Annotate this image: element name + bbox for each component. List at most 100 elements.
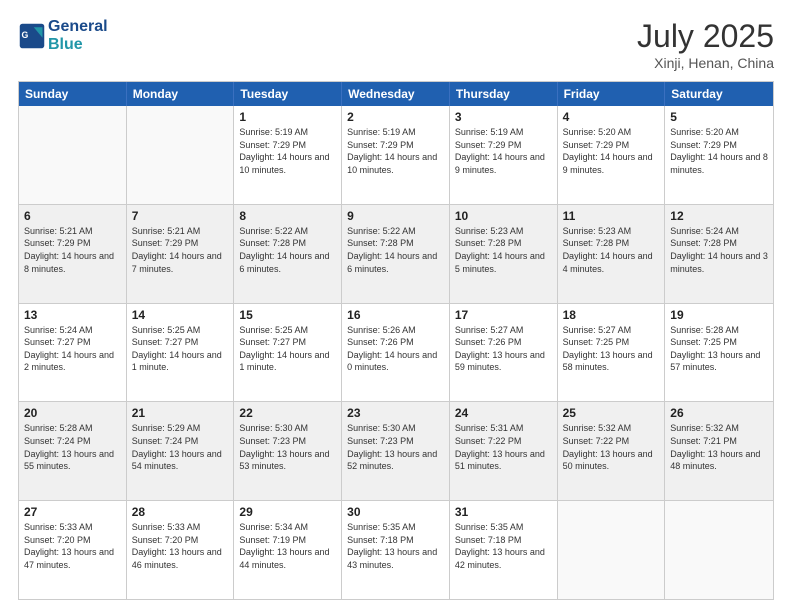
calendar-cell: 1 Sunrise: 5:19 AM Sunset: 7:29 PM Daylig… bbox=[234, 106, 342, 204]
day-info: Sunrise: 5:24 AM Sunset: 7:28 PM Dayligh… bbox=[670, 225, 768, 275]
day-info: Sunrise: 5:35 AM Sunset: 7:18 PM Dayligh… bbox=[347, 521, 444, 571]
calendar-row-5: 27 Sunrise: 5:33 AM Sunset: 7:20 PM Dayli… bbox=[19, 500, 773, 599]
calendar-cell bbox=[558, 501, 666, 599]
calendar-cell: 14 Sunrise: 5:25 AM Sunset: 7:27 PM Dayli… bbox=[127, 304, 235, 402]
day-number: 19 bbox=[670, 308, 768, 322]
day-number: 14 bbox=[132, 308, 229, 322]
day-info: Sunrise: 5:34 AM Sunset: 7:19 PM Dayligh… bbox=[239, 521, 336, 571]
day-number: 27 bbox=[24, 505, 121, 519]
day-info: Sunrise: 5:25 AM Sunset: 7:27 PM Dayligh… bbox=[239, 324, 336, 374]
page: G General Blue July 2025 Xinji, Henan, C… bbox=[0, 0, 792, 612]
day-info: Sunrise: 5:21 AM Sunset: 7:29 PM Dayligh… bbox=[132, 225, 229, 275]
calendar-cell: 29 Sunrise: 5:34 AM Sunset: 7:19 PM Dayli… bbox=[234, 501, 342, 599]
day-number: 8 bbox=[239, 209, 336, 223]
calendar: SundayMondayTuesdayWednesdayThursdayFrid… bbox=[18, 81, 774, 600]
day-number: 24 bbox=[455, 406, 552, 420]
calendar-cell: 28 Sunrise: 5:33 AM Sunset: 7:20 PM Dayli… bbox=[127, 501, 235, 599]
header-day-sunday: Sunday bbox=[19, 82, 127, 106]
day-number: 2 bbox=[347, 110, 444, 124]
calendar-cell: 9Sunrise: 5:22 AM Sunset: 7:28 PM Daylig… bbox=[342, 205, 450, 303]
calendar-cell: 7Sunrise: 5:21 AM Sunset: 7:29 PM Daylig… bbox=[127, 205, 235, 303]
calendar-cell: 19 Sunrise: 5:28 AM Sunset: 7:25 PM Dayli… bbox=[665, 304, 773, 402]
header-day-thursday: Thursday bbox=[450, 82, 558, 106]
calendar-cell: 17 Sunrise: 5:27 AM Sunset: 7:26 PM Dayli… bbox=[450, 304, 558, 402]
day-info: Sunrise: 5:19 AM Sunset: 7:29 PM Dayligh… bbox=[455, 126, 552, 176]
day-number: 20 bbox=[24, 406, 121, 420]
calendar-cell: 27 Sunrise: 5:33 AM Sunset: 7:20 PM Dayli… bbox=[19, 501, 127, 599]
logo: G General Blue bbox=[18, 18, 108, 53]
calendar-cell bbox=[127, 106, 235, 204]
calendar-cell: 25Sunrise: 5:32 AM Sunset: 7:22 PM Dayli… bbox=[558, 402, 666, 500]
calendar-cell: 23Sunrise: 5:30 AM Sunset: 7:23 PM Dayli… bbox=[342, 402, 450, 500]
day-number: 13 bbox=[24, 308, 121, 322]
day-info: Sunrise: 5:26 AM Sunset: 7:26 PM Dayligh… bbox=[347, 324, 444, 374]
day-info: Sunrise: 5:19 AM Sunset: 7:29 PM Dayligh… bbox=[239, 126, 336, 176]
logo-text: General Blue bbox=[48, 18, 108, 53]
day-number: 17 bbox=[455, 308, 552, 322]
calendar-cell: 3 Sunrise: 5:19 AM Sunset: 7:29 PM Daylig… bbox=[450, 106, 558, 204]
calendar-row-3: 13 Sunrise: 5:24 AM Sunset: 7:27 PM Dayli… bbox=[19, 303, 773, 402]
calendar-cell: 12 Sunrise: 5:24 AM Sunset: 7:28 PM Dayli… bbox=[665, 205, 773, 303]
calendar-cell: 13 Sunrise: 5:24 AM Sunset: 7:27 PM Dayli… bbox=[19, 304, 127, 402]
day-number: 4 bbox=[563, 110, 660, 124]
day-info: Sunrise: 5:19 AM Sunset: 7:29 PM Dayligh… bbox=[347, 126, 444, 176]
day-info: Sunrise: 5:24 AM Sunset: 7:27 PM Dayligh… bbox=[24, 324, 121, 374]
svg-text:G: G bbox=[22, 29, 29, 39]
calendar-cell: 21Sunrise: 5:29 AM Sunset: 7:24 PM Dayli… bbox=[127, 402, 235, 500]
header-day-tuesday: Tuesday bbox=[234, 82, 342, 106]
calendar-header: SundayMondayTuesdayWednesdayThursdayFrid… bbox=[19, 82, 773, 106]
day-info: Sunrise: 5:30 AM Sunset: 7:23 PM Dayligh… bbox=[239, 422, 336, 472]
day-number: 10 bbox=[455, 209, 552, 223]
logo-icon: G bbox=[18, 22, 46, 50]
calendar-cell: 8Sunrise: 5:22 AM Sunset: 7:28 PM Daylig… bbox=[234, 205, 342, 303]
calendar-body: 1 Sunrise: 5:19 AM Sunset: 7:29 PM Daylig… bbox=[19, 106, 773, 599]
title-block: July 2025 Xinji, Henan, China bbox=[637, 18, 774, 71]
day-number: 16 bbox=[347, 308, 444, 322]
day-number: 9 bbox=[347, 209, 444, 223]
day-info: Sunrise: 5:35 AM Sunset: 7:18 PM Dayligh… bbox=[455, 521, 552, 571]
day-info: Sunrise: 5:27 AM Sunset: 7:25 PM Dayligh… bbox=[563, 324, 660, 374]
day-info: Sunrise: 5:31 AM Sunset: 7:22 PM Dayligh… bbox=[455, 422, 552, 472]
calendar-cell: 2 Sunrise: 5:19 AM Sunset: 7:29 PM Daylig… bbox=[342, 106, 450, 204]
day-number: 3 bbox=[455, 110, 552, 124]
calendar-cell: 30Sunrise: 5:35 AM Sunset: 7:18 PM Dayli… bbox=[342, 501, 450, 599]
day-number: 6 bbox=[24, 209, 121, 223]
calendar-cell: 26Sunrise: 5:32 AM Sunset: 7:21 PM Dayli… bbox=[665, 402, 773, 500]
day-info: Sunrise: 5:30 AM Sunset: 7:23 PM Dayligh… bbox=[347, 422, 444, 472]
calendar-cell: 20 Sunrise: 5:28 AM Sunset: 7:24 PM Dayli… bbox=[19, 402, 127, 500]
day-number: 5 bbox=[670, 110, 768, 124]
day-number: 25 bbox=[563, 406, 660, 420]
day-number: 18 bbox=[563, 308, 660, 322]
header: G General Blue July 2025 Xinji, Henan, C… bbox=[18, 18, 774, 71]
day-info: Sunrise: 5:28 AM Sunset: 7:24 PM Dayligh… bbox=[24, 422, 121, 472]
day-number: 26 bbox=[670, 406, 768, 420]
month-title: July 2025 bbox=[637, 18, 774, 55]
calendar-cell: 22 Sunrise: 5:30 AM Sunset: 7:23 PM Dayli… bbox=[234, 402, 342, 500]
day-info: Sunrise: 5:20 AM Sunset: 7:29 PM Dayligh… bbox=[563, 126, 660, 176]
day-number: 28 bbox=[132, 505, 229, 519]
logo-line2: Blue bbox=[48, 36, 83, 53]
calendar-cell bbox=[19, 106, 127, 204]
calendar-cell: 6 Sunrise: 5:21 AM Sunset: 7:29 PM Daylig… bbox=[19, 205, 127, 303]
calendar-cell: 5Sunrise: 5:20 AM Sunset: 7:29 PM Daylig… bbox=[665, 106, 773, 204]
calendar-row-2: 6 Sunrise: 5:21 AM Sunset: 7:29 PM Daylig… bbox=[19, 204, 773, 303]
day-number: 22 bbox=[239, 406, 336, 420]
day-number: 12 bbox=[670, 209, 768, 223]
day-info: Sunrise: 5:23 AM Sunset: 7:28 PM Dayligh… bbox=[455, 225, 552, 275]
calendar-cell: 4 Sunrise: 5:20 AM Sunset: 7:29 PM Daylig… bbox=[558, 106, 666, 204]
day-info: Sunrise: 5:28 AM Sunset: 7:25 PM Dayligh… bbox=[670, 324, 768, 374]
header-day-monday: Monday bbox=[127, 82, 235, 106]
calendar-cell: 16 Sunrise: 5:26 AM Sunset: 7:26 PM Dayli… bbox=[342, 304, 450, 402]
day-info: Sunrise: 5:33 AM Sunset: 7:20 PM Dayligh… bbox=[24, 521, 121, 571]
day-info: Sunrise: 5:25 AM Sunset: 7:27 PM Dayligh… bbox=[132, 324, 229, 374]
day-number: 1 bbox=[239, 110, 336, 124]
calendar-cell bbox=[665, 501, 773, 599]
location: Xinji, Henan, China bbox=[637, 55, 774, 71]
calendar-row-1: 1 Sunrise: 5:19 AM Sunset: 7:29 PM Daylig… bbox=[19, 106, 773, 204]
day-info: Sunrise: 5:33 AM Sunset: 7:20 PM Dayligh… bbox=[132, 521, 229, 571]
day-number: 29 bbox=[239, 505, 336, 519]
calendar-cell: 11Sunrise: 5:23 AM Sunset: 7:28 PM Dayli… bbox=[558, 205, 666, 303]
day-number: 31 bbox=[455, 505, 552, 519]
day-info: Sunrise: 5:21 AM Sunset: 7:29 PM Dayligh… bbox=[24, 225, 121, 275]
day-info: Sunrise: 5:27 AM Sunset: 7:26 PM Dayligh… bbox=[455, 324, 552, 374]
